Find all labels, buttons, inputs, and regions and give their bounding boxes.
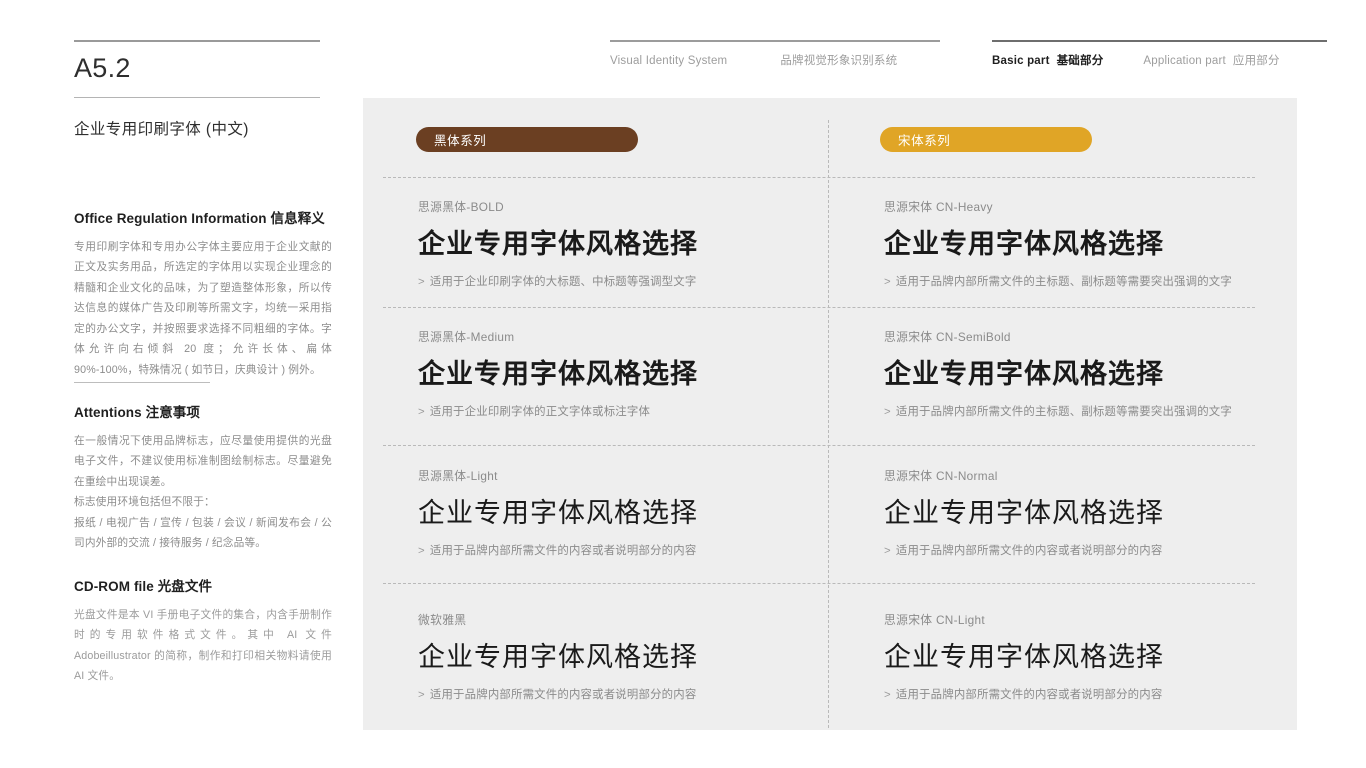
nav-basic-part-cn[interactable]: 基础部分 — [1057, 52, 1104, 68]
font-usage-note: > 适用于品牌内部所需文件的主标题、副标题等需要突出强调的文字 — [884, 273, 1314, 289]
font-usage-note-text: 适用于品牌内部所需文件的内容或者说明部分的内容 — [429, 689, 697, 702]
font-specimen-cell: 思源黑体-Light 企业专用字体风格选择 > 适用于品牌内部所需文件的内容或者说… — [418, 467, 848, 558]
panel-horizontal-divider — [383, 177, 1255, 178]
font-usage-note-text: 适用于品牌内部所需文件的内容或者说明部分的内容 — [895, 689, 1163, 702]
font-usage-note: > 适用于品牌内部所需文件的主标题、副标题等需要突出强调的文字 — [884, 403, 1314, 419]
caret-icon: > — [418, 689, 425, 702]
header-right-rule — [992, 40, 1327, 42]
font-specimen-cell: 思源宋体 CN-Heavy 企业专用字体风格选择 > 适用于品牌内部所需文件的主标… — [884, 198, 1314, 289]
info-block-attentions: Attentions 注意事项 在一般情况下使用品牌标志，应尽量使用提供的光盘电… — [74, 404, 332, 554]
page-code: A5.2 — [74, 53, 131, 83]
caret-icon: > — [418, 276, 425, 289]
font-sample-text: 企业专用字体风格选择 — [884, 642, 1164, 672]
panel-horizontal-divider — [383, 445, 1255, 446]
panel-horizontal-divider — [383, 307, 1255, 308]
font-name-label: 思源宋体 CN-Light — [884, 613, 985, 627]
font-name-label: 思源宋体 CN-Heavy — [884, 200, 993, 214]
font-usage-note: > 适用于品牌内部所需文件的内容或者说明部分的内容 — [418, 686, 848, 702]
font-specimen-cell: 思源宋体 CN-Light 企业专用字体风格选择 > 适用于品牌内部所需文件的内容… — [884, 611, 1314, 702]
font-usage-note-text: 适用于品牌内部所需文件的主标题、副标题等需要突出强调的文字 — [895, 406, 1232, 419]
font-name-label: 微软雅黑 — [418, 613, 467, 627]
block-paragraph: 光盘文件是本 VI 手册电子文件的集合，内含手册制作时的专用软件格式文件。其中 … — [74, 608, 332, 683]
block-paragraph: 专用印刷字体和专用办公字体主要应用于企业文献的正文及实务用品，所选定的字体用以实… — [74, 240, 332, 376]
block-heading-office: Office Regulation Information 信息释义 — [74, 211, 325, 226]
caret-icon: > — [418, 545, 425, 558]
block-body-cdrom: 光盘文件是本 VI 手册电子文件的集合，内含手册制作时的专用软件格式文件。其中 … — [74, 605, 332, 687]
font-usage-note-text: 适用于企业印刷字体的正文字体或标注字体 — [429, 406, 651, 419]
page-root: A5.2 企业专用印刷字体 (中文) Office Regulation Inf… — [0, 0, 1366, 768]
sidebar-section-divider — [74, 382, 210, 383]
caret-icon: > — [884, 545, 891, 558]
font-sample-text: 企业专用字体风格选择 — [884, 229, 1164, 259]
category-pill-heiti[interactable]: 黑体系列 — [416, 127, 638, 152]
header-system-en: Visual Identity System — [610, 55, 728, 67]
font-name-label: 思源黑体-BOLD — [418, 200, 504, 214]
nav-application-part-cn[interactable]: 应用部分 — [1233, 52, 1280, 68]
font-specimen-cell: 思源宋体 CN-Normal 企业专用字体风格选择 > 适用于品牌内部所需文件的内… — [884, 467, 1314, 558]
block-paragraph: 标志使用环境包括但不限于： — [74, 496, 215, 509]
header-system-label: Visual Identity System 品牌视觉形象识别系统 — [610, 40, 940, 68]
block-heading-cdrom: CD-ROM file 光盘文件 — [74, 579, 213, 594]
font-usage-note-text: 适用于企业印刷字体的大标题、中标题等强调型文字 — [429, 276, 697, 289]
font-sample-text: 企业专用字体风格选择 — [884, 498, 1164, 528]
font-usage-note: > 适用于企业印刷字体的正文字体或标注字体 — [418, 403, 848, 419]
block-paragraph: 报纸 / 电视广告 / 宣传 / 包装 / 会议 / 新闻发布会 / 公司内外部… — [74, 516, 332, 550]
caret-icon: > — [418, 406, 425, 419]
font-name-label: 思源宋体 CN-Normal — [884, 469, 998, 483]
sidebar-top-rule — [74, 40, 320, 42]
page-title: 企业专用印刷字体 (中文) — [74, 120, 249, 138]
font-usage-note-text: 适用于品牌内部所需文件的主标题、副标题等需要突出强调的文字 — [895, 276, 1232, 289]
font-specimen-cell: 思源黑体-Medium 企业专用字体风格选择 > 适用于企业印刷字体的正文字体或标… — [418, 328, 848, 419]
category-pill-songti[interactable]: 宋体系列 — [880, 127, 1092, 152]
caret-icon: > — [884, 406, 891, 419]
panel-horizontal-divider — [383, 583, 1255, 584]
font-usage-note-text: 适用于品牌内部所需文件的内容或者说明部分的内容 — [895, 545, 1163, 558]
specimen-panel: 黑体系列 宋体系列 思源黑体-BOLD 企业专用字体风格选择 > 适用于企业印刷字… — [363, 98, 1297, 730]
nav-application-part-en[interactable]: Application part — [1143, 55, 1225, 67]
font-specimen-cell: 思源黑体-BOLD 企业专用字体风格选择 > 适用于企业印刷字体的大标题、中标题等… — [418, 198, 848, 289]
font-sample-text: 企业专用字体风格选择 — [418, 642, 698, 672]
font-name-label: 思源黑体-Light — [418, 469, 498, 483]
font-name-label: 思源宋体 CN-SemiBold — [884, 330, 1011, 344]
caret-icon: > — [884, 689, 891, 702]
block-paragraph: 在一般情况下使用品牌标志，应尽量使用提供的光盘电子文件，不建议使用标准制图绘制标… — [74, 434, 332, 488]
category-pill-heiti-label: 黑体系列 — [434, 134, 487, 148]
font-sample-text: 企业专用字体风格选择 — [418, 359, 698, 389]
font-usage-note: > 适用于品牌内部所需文件的内容或者说明部分的内容 — [884, 542, 1314, 558]
font-sample-text: 企业专用字体风格选择 — [884, 359, 1164, 389]
font-usage-note: > 适用于品牌内部所需文件的内容或者说明部分的内容 — [884, 686, 1314, 702]
block-body-office: 专用印刷字体和专用办公字体主要应用于企业文献的正文及实务用品，所选定的字体用以实… — [74, 237, 332, 381]
sidebar: A5.2 企业专用印刷字体 (中文) — [74, 40, 330, 139]
block-heading-attentions: Attentions 注意事项 — [74, 405, 200, 420]
font-sample-text: 企业专用字体风格选择 — [418, 498, 698, 528]
block-body-attentions: 在一般情况下使用品牌标志，应尽量使用提供的光盘电子文件，不建议使用标准制图绘制标… — [74, 431, 332, 554]
nav-basic-part-en[interactable]: Basic part — [992, 55, 1050, 67]
info-block-office-regulation: Office Regulation Information 信息释义 专用印刷字… — [74, 210, 332, 380]
font-sample-text: 企业专用字体风格选择 — [418, 229, 698, 259]
category-pill-songti-label: 宋体系列 — [898, 134, 951, 148]
font-specimen-cell: 思源宋体 CN-SemiBold 企业专用字体风格选择 > 适用于品牌内部所需文件… — [884, 328, 1314, 419]
caret-icon: > — [884, 276, 891, 289]
header-part-nav: Basic part 基础部分 Application part 应用部分 — [992, 40, 1327, 68]
font-usage-note: > 适用于品牌内部所需文件的内容或者说明部分的内容 — [418, 542, 848, 558]
font-usage-note-text: 适用于品牌内部所需文件的内容或者说明部分的内容 — [429, 545, 697, 558]
font-name-label: 思源黑体-Medium — [418, 330, 515, 344]
font-usage-note: > 适用于企业印刷字体的大标题、中标题等强调型文字 — [418, 273, 848, 289]
sidebar-mid-rule — [74, 96, 320, 98]
header-left-rule — [610, 40, 940, 42]
info-block-cdrom: CD-ROM file 光盘文件 光盘文件是本 VI 手册电子文件的集合，内含手… — [74, 578, 332, 687]
font-specimen-cell: 微软雅黑 企业专用字体风格选择 > 适用于品牌内部所需文件的内容或者说明部分的内容 — [418, 611, 848, 702]
header-system-cn: 品牌视觉形象识别系统 — [780, 55, 898, 67]
